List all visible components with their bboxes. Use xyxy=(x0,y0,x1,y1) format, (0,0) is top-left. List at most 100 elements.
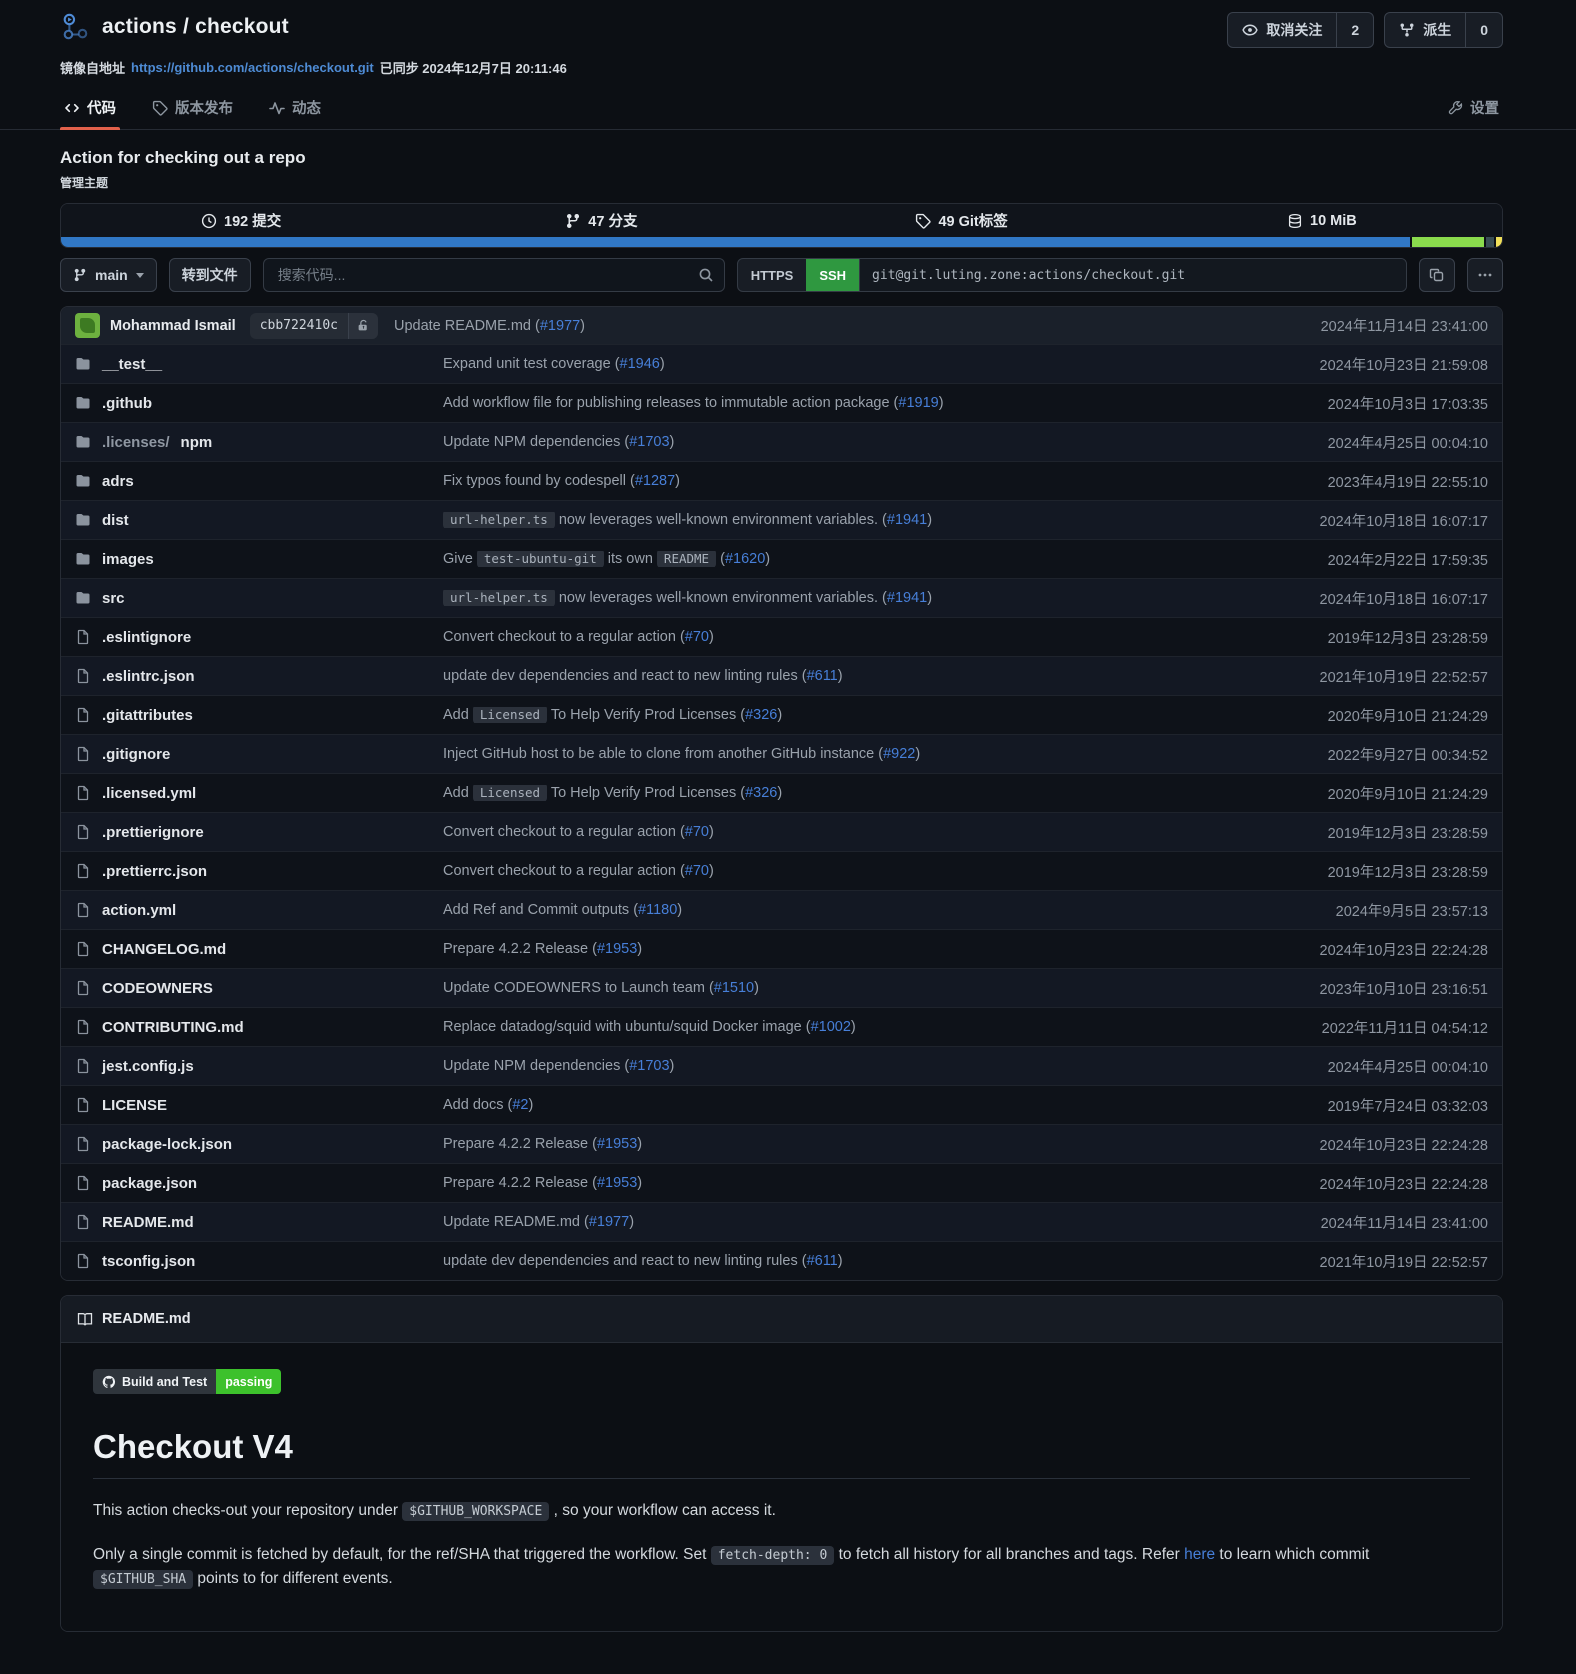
inline-link[interactable]: #70 xyxy=(685,629,709,645)
tab-activity[interactable]: 动态 xyxy=(265,89,325,129)
inline-link[interactable]: #611 xyxy=(807,1253,838,1269)
file-commit-date: 2024年11月14日 23:41:00 xyxy=(1301,1212,1488,1233)
inline-link[interactable]: #1953 xyxy=(597,1175,637,1191)
inline-link[interactable]: here xyxy=(1184,1546,1215,1563)
fork-button[interactable]: 派生 xyxy=(1385,13,1465,47)
inline-link[interactable]: #611 xyxy=(807,668,838,684)
language-segment[interactable] xyxy=(1496,237,1502,247)
file-link[interactable]: jest.config.js xyxy=(102,1058,194,1075)
text-segment: ) xyxy=(709,863,714,879)
repo-name-link[interactable]: checkout xyxy=(195,15,289,38)
inline-link[interactable]: #70 xyxy=(685,863,709,879)
file-link[interactable]: README.md xyxy=(102,1214,194,1231)
forks-count[interactable]: 0 xyxy=(1465,13,1502,47)
mirror-url-link[interactable]: https://github.com/actions/checkout.git xyxy=(131,60,374,75)
ssh-toggle[interactable]: SSH xyxy=(806,259,859,291)
file-link[interactable]: action.yml xyxy=(102,902,176,919)
https-toggle[interactable]: HTTPS xyxy=(738,259,807,291)
inline-link[interactable]: #1941 xyxy=(887,512,927,528)
file-commit-date: 2019年12月3日 23:28:59 xyxy=(1308,822,1488,843)
copy-url-button[interactable] xyxy=(1419,258,1455,292)
file-link[interactable]: adrs xyxy=(102,473,134,490)
file-link[interactable]: .gitignore xyxy=(102,746,170,763)
stat-size[interactable]: 10 MiB xyxy=(1142,204,1502,237)
file-link[interactable]: .prettierignore xyxy=(102,824,204,841)
file-link[interactable]: __test__ xyxy=(102,356,162,373)
inline-link[interactable]: #1953 xyxy=(597,1136,637,1152)
inline-link[interactable]: #1510 xyxy=(714,980,754,996)
search-icon[interactable] xyxy=(698,267,714,283)
file-link[interactable]: tsconfig.json xyxy=(102,1253,195,1270)
file-link[interactable]: src xyxy=(102,590,125,607)
file-link[interactable]: .licensed.yml xyxy=(102,785,196,802)
file-commit-message: Add Licensed To Help Verify Prod License… xyxy=(443,785,1308,801)
inline-link[interactable]: #922 xyxy=(883,746,915,762)
file-link[interactable]: .eslintrc.json xyxy=(102,668,195,685)
inline-link[interactable]: #326 xyxy=(745,785,777,801)
file-link[interactable]: npm xyxy=(181,434,213,451)
branch-selector[interactable]: main xyxy=(60,258,157,292)
repo-owner-link[interactable]: actions xyxy=(102,15,177,38)
inline-link[interactable]: #1941 xyxy=(887,590,927,606)
commit-sha-chip[interactable]: cbb722410c xyxy=(250,313,378,339)
file-link[interactable]: .prettierrc.json xyxy=(102,863,207,880)
inline-link[interactable]: #1287 xyxy=(635,473,675,489)
unwatch-button[interactable]: 取消关注 xyxy=(1228,13,1336,47)
inline-link[interactable]: #1703 xyxy=(629,434,669,450)
tab-code[interactable]: 代码 xyxy=(60,89,120,129)
file-link[interactable]: .github xyxy=(102,395,152,412)
more-options-button[interactable] xyxy=(1467,258,1503,292)
file-link[interactable]: CHANGELOG.md xyxy=(102,941,226,958)
text-segment: to learn which commit xyxy=(1215,1546,1369,1563)
text-segment: ) xyxy=(939,395,944,411)
inline-link[interactable]: #70 xyxy=(685,824,709,840)
inline-link[interactable]: #1620 xyxy=(725,551,765,567)
text-segment: now leverages well-known environment var… xyxy=(555,512,887,528)
language-segment[interactable] xyxy=(1412,237,1484,247)
stat-commits[interactable]: 192 提交 xyxy=(61,204,421,237)
file-link[interactable]: images xyxy=(102,551,154,568)
manage-topics-link[interactable]: 管理主题 xyxy=(60,174,108,191)
tab-settings[interactable]: 设置 xyxy=(1443,89,1503,129)
file-link[interactable]: dist xyxy=(102,512,129,529)
language-bar[interactable] xyxy=(61,237,1502,247)
inline-link[interactable]: #1919 xyxy=(898,395,938,411)
folder-icon xyxy=(75,356,91,372)
inline-link[interactable]: #326 xyxy=(745,707,777,723)
file-link[interactable]: CODEOWNERS xyxy=(102,980,213,997)
file-link[interactable]: CONTRIBUTING.md xyxy=(102,1019,244,1036)
language-segment[interactable] xyxy=(1486,237,1493,247)
file-commit-message: Add Licensed To Help Verify Prod License… xyxy=(443,707,1308,723)
stat-branches[interactable]: 47 分支 xyxy=(421,204,781,237)
language-segment[interactable] xyxy=(61,237,1410,247)
unlock-icon xyxy=(348,313,378,339)
inline-link[interactable]: #1002 xyxy=(811,1019,851,1035)
clone-url-field[interactable]: git@git.luting.zone:actions/checkout.git xyxy=(859,259,1406,291)
inline-code: url-helper.ts xyxy=(443,512,555,528)
stat-tags[interactable]: 49 Git标签 xyxy=(782,204,1142,237)
code-search-input[interactable] xyxy=(278,267,698,283)
inline-link[interactable]: #1977 xyxy=(589,1214,629,1230)
repo-header: actions / checkout 取消关注 2 派生 0 xyxy=(60,0,1503,48)
inline-link[interactable]: #1953 xyxy=(597,941,637,957)
file-link[interactable]: LICENSE xyxy=(102,1097,167,1114)
inline-link[interactable]: #1946 xyxy=(620,356,660,372)
goto-file-button[interactable]: 转到文件 xyxy=(169,258,251,292)
build-status-badge[interactable]: Build and Test passing xyxy=(93,1369,281,1394)
commit-author-link[interactable]: Mohammad Ismail xyxy=(110,318,236,334)
file-link[interactable]: package.json xyxy=(102,1175,197,1192)
inline-link[interactable]: #1977 xyxy=(540,318,580,334)
file-commit-date: 2022年11月11日 04:54:12 xyxy=(1302,1017,1488,1038)
inline-link[interactable]: #1703 xyxy=(629,1058,669,1074)
file-path-prefix[interactable]: .licenses/ xyxy=(102,434,170,451)
inline-link[interactable]: #2 xyxy=(512,1097,528,1113)
file-link[interactable]: .gitattributes xyxy=(102,707,193,724)
avatar[interactable] xyxy=(75,313,100,338)
inline-link[interactable]: #1180 xyxy=(638,902,677,918)
file-link[interactable]: package-lock.json xyxy=(102,1136,232,1153)
file-commit-date: 2022年9月27日 00:34:52 xyxy=(1308,744,1488,765)
tab-releases[interactable]: 版本发布 xyxy=(148,89,237,129)
text-segment: ) xyxy=(528,1097,533,1113)
watchers-count[interactable]: 2 xyxy=(1336,13,1373,47)
file-link[interactable]: .eslintignore xyxy=(102,629,191,646)
